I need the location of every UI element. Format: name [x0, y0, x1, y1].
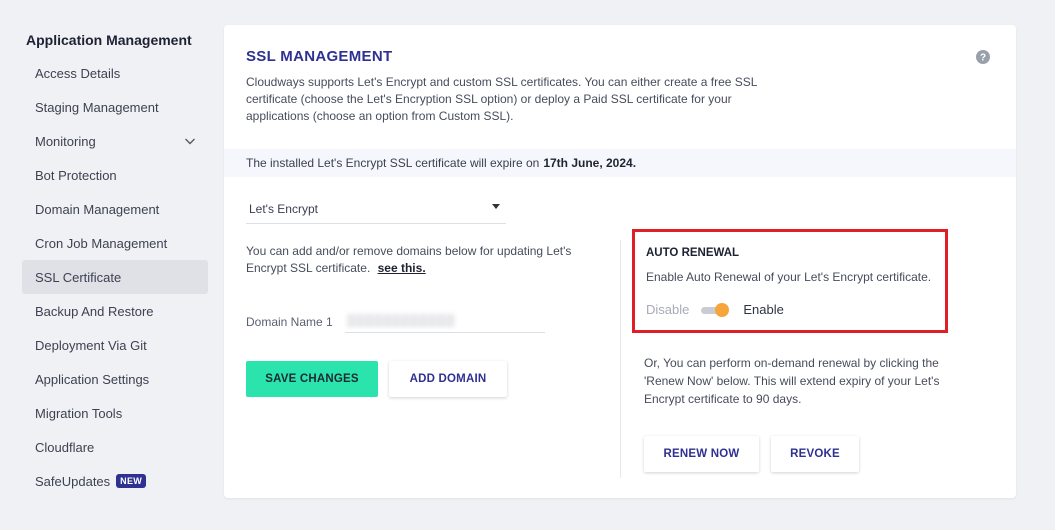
page-title: SSL MANAGEMENT: [246, 48, 393, 65]
sidebar-item-label: Access Details: [35, 65, 121, 81]
expiry-notice: The installed Let's Encrypt SSL certific…: [224, 149, 1016, 177]
domain-name-input[interactable]: ▒▒▒▒▒▒▒▒▒▒▒▒: [345, 307, 545, 333]
sidebar-item-ssl-certificate[interactable]: SSL Certificate: [22, 260, 208, 294]
ssl-provider-value: Let's Encrypt: [249, 202, 318, 216]
sidebar-item-label: Backup And Restore: [35, 303, 154, 319]
sidebar-item-label: Domain Management: [35, 201, 160, 217]
sidebar-item-staging-management[interactable]: Staging Management: [22, 90, 208, 124]
sidebar-item-domain-management[interactable]: Domain Management: [22, 192, 208, 226]
toggle-knob: [715, 302, 730, 317]
save-changes-button[interactable]: SAVE CHANGES: [246, 361, 378, 397]
add-domain-button[interactable]: ADD DOMAIN: [389, 361, 507, 397]
ssl-management-card: SSL MANAGEMENT ? Cloudways supports Let'…: [224, 25, 1016, 498]
sidebar-item-deployment-via-git[interactable]: Deployment Via Git: [22, 328, 208, 362]
sidebar-title: Application Management: [26, 32, 192, 48]
ssl-description: Cloudways supports Let's Encrypt and cus…: [246, 75, 758, 123]
enable-label: Enable: [743, 302, 784, 317]
auto-renewal-toggle-row: Disable Enable: [646, 302, 784, 317]
sidebar-item-migration-tools[interactable]: Migration Tools: [22, 396, 208, 430]
sidebar: Application Management Access Details St…: [22, 28, 212, 498]
sidebar-item-label: Application Settings: [35, 371, 150, 387]
renew-now-button[interactable]: RENEW NOW: [644, 436, 759, 472]
sidebar-item-backup-and-restore[interactable]: Backup And Restore: [22, 294, 208, 328]
disable-label: Disable: [646, 302, 690, 317]
sidebar-item-access-details[interactable]: Access Details: [22, 56, 208, 90]
domains-note: You can add and/or remove domains below …: [246, 243, 576, 277]
column-divider: [620, 240, 621, 478]
sidebar-item-safeupdates[interactable]: SafeUpdates NEW: [22, 464, 208, 498]
caret-down-icon: [492, 204, 500, 209]
auto-renewal-description: Enable Auto Renewal of your Let's Encryp…: [646, 270, 932, 284]
see-this-link[interactable]: see this.: [378, 261, 426, 275]
expiry-date: 17th June, 2024.: [543, 156, 637, 170]
auto-renewal-panel: AUTO RENEWAL Enable Auto Renewal of your…: [632, 229, 948, 333]
sidebar-item-label: SSL Certificate: [35, 269, 122, 285]
sidebar-item-label: Migration Tools: [35, 405, 123, 421]
expiry-text: The installed Let's Encrypt SSL certific…: [246, 156, 540, 170]
sidebar-item-label: Cloudflare: [35, 439, 95, 455]
sidebar-item-cron-job-management[interactable]: Cron Job Management: [22, 226, 208, 260]
redacted-domain-value: ▒▒▒▒▒▒▒▒▒▒▒▒: [347, 312, 456, 327]
sidebar-item-label: SafeUpdates: [35, 473, 111, 489]
sidebar-item-label: Cron Job Management: [35, 235, 168, 251]
sidebar-item-label: Monitoring: [35, 133, 96, 149]
question-circle-icon[interactable]: ?: [976, 50, 990, 64]
sidebar-item-label: Staging Management: [35, 99, 159, 115]
new-badge: NEW: [116, 474, 147, 488]
renew-note: Or, You can perform on-demand renewal by…: [644, 356, 940, 406]
ssl-provider-select[interactable]: Let's Encrypt: [246, 195, 506, 224]
sidebar-item-bot-protection[interactable]: Bot Protection: [22, 158, 208, 192]
sidebar-item-application-settings[interactable]: Application Settings: [22, 362, 208, 396]
auto-renewal-toggle[interactable]: [701, 302, 730, 317]
sidebar-item-monitoring[interactable]: Monitoring: [22, 124, 208, 158]
auto-renewal-title: AUTO RENEWAL: [646, 247, 740, 259]
svg-text:?: ?: [980, 53, 986, 64]
domain-name-label: Domain Name 1: [246, 315, 333, 329]
sidebar-item-label: Bot Protection: [35, 167, 117, 183]
sidebar-item-label: Deployment Via Git: [35, 337, 147, 353]
chevron-down-icon[interactable]: [184, 135, 196, 147]
sidebar-item-cloudflare[interactable]: Cloudflare: [22, 430, 208, 464]
revoke-button[interactable]: REVOKE: [771, 436, 859, 472]
